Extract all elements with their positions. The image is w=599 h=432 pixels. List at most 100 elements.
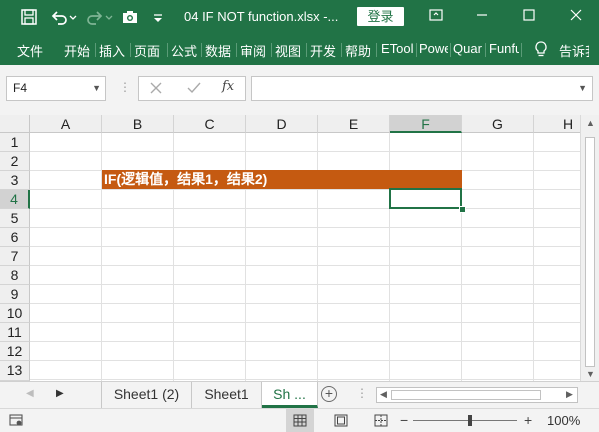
scroll-down-icon[interactable]: ▼ <box>586 369 595 379</box>
horizontal-scrollbar[interactable]: ◀ ▶ <box>376 387 578 403</box>
zoom-level[interactable]: 100% <box>547 413 580 428</box>
tab-separator <box>450 43 451 57</box>
tab-data[interactable]: 数据 <box>205 41 233 60</box>
expand-formula-bar-icon[interactable]: ▼ <box>578 83 587 93</box>
tab-etool[interactable]: ETool <box>381 41 413 56</box>
page-break-view-icon[interactable] <box>374 414 388 430</box>
row-header-7[interactable]: 7 <box>0 247 30 266</box>
undo-icon[interactable] <box>50 8 68 26</box>
gridline <box>30 189 580 190</box>
undo-dropdown-icon[interactable] <box>68 8 78 26</box>
formula-controls: fx <box>138 76 246 101</box>
gridline <box>30 341 580 342</box>
ribbon-display-icon <box>429 8 443 26</box>
enter-check-icon[interactable] <box>186 81 202 100</box>
scroll-left-icon[interactable]: ◀ <box>380 389 387 400</box>
page-layout-view-icon[interactable] <box>334 414 348 430</box>
zoom-slider-track[interactable] <box>413 420 517 421</box>
gridline <box>30 151 580 152</box>
horizontal-scroll-thumb[interactable] <box>391 390 541 400</box>
tab-quar[interactable]: Quar <box>453 41 482 56</box>
status-bar: − + 100% <box>0 408 599 432</box>
tab-separator <box>485 43 486 57</box>
tab-home[interactable]: 开始 <box>64 41 92 60</box>
close-button[interactable] <box>553 0 599 34</box>
name-box[interactable]: F4 ▼ <box>6 76 106 101</box>
redo-icon[interactable] <box>86 8 104 26</box>
next-sheet-icon[interactable]: ▶ <box>56 388 64 399</box>
sheet-tab-sheet1[interactable]: Sheet1 <box>192 382 262 408</box>
camera-icon[interactable] <box>121 8 139 26</box>
minimize-icon <box>476 8 488 26</box>
lightbulb-icon[interactable] <box>533 40 549 61</box>
vertical-scrollbar[interactable]: ▲ ▼ <box>580 115 599 381</box>
grip-dots-icon[interactable]: ⋮ <box>119 80 131 94</box>
row-header-1[interactable]: 1 <box>0 133 30 152</box>
tab-separator <box>201 43 202 57</box>
row-header-3[interactable]: 3 <box>0 171 30 190</box>
cancel-icon[interactable] <box>149 81 163 100</box>
column-header-a[interactable]: A <box>30 115 102 133</box>
fill-handle[interactable] <box>459 206 466 213</box>
redo-dropdown-icon[interactable] <box>104 8 114 26</box>
select-all-corner[interactable] <box>0 115 30 133</box>
row-header-4[interactable]: 4 <box>0 190 30 209</box>
tab-developer[interactable]: 开发 <box>310 41 338 60</box>
tab-formulas[interactable]: 公式 <box>171 41 199 60</box>
column-header-g[interactable]: G <box>462 115 534 133</box>
column-header-f[interactable]: F <box>390 115 462 133</box>
prev-sheet-icon[interactable]: ◀ <box>26 388 34 399</box>
zoom-out-button[interactable]: − <box>400 412 408 428</box>
vertical-scroll-thumb[interactable] <box>585 137 595 367</box>
tab-insert[interactable]: 插入 <box>99 41 127 60</box>
tab-funfu[interactable]: Funfu <box>489 41 519 56</box>
splitter-grip-icon[interactable]: ⋮ <box>356 386 368 400</box>
save-icon[interactable] <box>20 8 38 26</box>
tab-separator <box>271 43 272 57</box>
active-cell-f4[interactable] <box>389 188 462 209</box>
tab-page-layout[interactable]: 页面 <box>134 41 165 60</box>
zoom-in-button[interactable]: + <box>524 412 532 428</box>
formula-input[interactable]: ▼ <box>251 76 593 101</box>
minimize-button[interactable] <box>459 0 505 34</box>
tab-power[interactable]: Power <box>419 41 448 56</box>
column-header-c[interactable]: C <box>174 115 246 133</box>
row-header-12[interactable]: 12 <box>0 342 30 361</box>
row-header-5[interactable]: 5 <box>0 209 30 228</box>
gridline <box>30 322 580 323</box>
column-header-d[interactable]: D <box>246 115 318 133</box>
scroll-up-icon[interactable]: ▲ <box>586 118 595 128</box>
column-header-b[interactable]: B <box>102 115 174 133</box>
row-header-10[interactable]: 10 <box>0 304 30 323</box>
maximize-button[interactable] <box>506 0 552 34</box>
tab-review[interactable]: 审阅 <box>240 41 268 60</box>
gridline <box>30 360 580 361</box>
tab-help[interactable]: 帮助 <box>345 41 373 60</box>
tab-file[interactable]: 文件 <box>17 41 45 60</box>
tell-me-search[interactable]: 告诉我 <box>559 41 589 60</box>
worksheet-grid[interactable]: A B C D E F G H 1 2 3 4 5 6 7 8 9 10 11 … <box>0 115 580 381</box>
column-header-h[interactable]: H <box>534 115 580 133</box>
chevron-down-icon[interactable]: ▼ <box>92 77 101 100</box>
zoom-slider-thumb[interactable] <box>468 415 472 426</box>
if-syntax-banner[interactable]: IF(逻辑值，结果1，结果2) <box>102 170 462 189</box>
add-sheet-button[interactable]: + <box>321 386 337 402</box>
maximize-icon <box>523 8 535 26</box>
row-header-11[interactable]: 11 <box>0 323 30 342</box>
macro-record-icon[interactable] <box>9 413 23 430</box>
ribbon-display-options-button[interactable] <box>413 0 459 34</box>
column-header-e[interactable]: E <box>318 115 390 133</box>
row-header-6[interactable]: 6 <box>0 228 30 247</box>
row-header-13[interactable]: 13 <box>0 361 30 381</box>
sheet-tab-active[interactable]: Sh ... <box>262 382 318 408</box>
scroll-right-icon[interactable]: ▶ <box>566 389 573 400</box>
row-header-2[interactable]: 2 <box>0 152 30 171</box>
row-header-9[interactable]: 9 <box>0 285 30 304</box>
normal-view-button[interactable] <box>286 409 314 432</box>
insert-function-icon[interactable]: fx <box>222 79 234 94</box>
customize-toolbar-icon[interactable] <box>152 8 164 26</box>
tab-view[interactable]: 视图 <box>275 41 303 60</box>
row-header-8[interactable]: 8 <box>0 266 30 285</box>
sheet-tab-sheet1-2[interactable]: Sheet1 (2) <box>102 382 192 408</box>
login-button[interactable]: 登录 <box>357 7 404 26</box>
